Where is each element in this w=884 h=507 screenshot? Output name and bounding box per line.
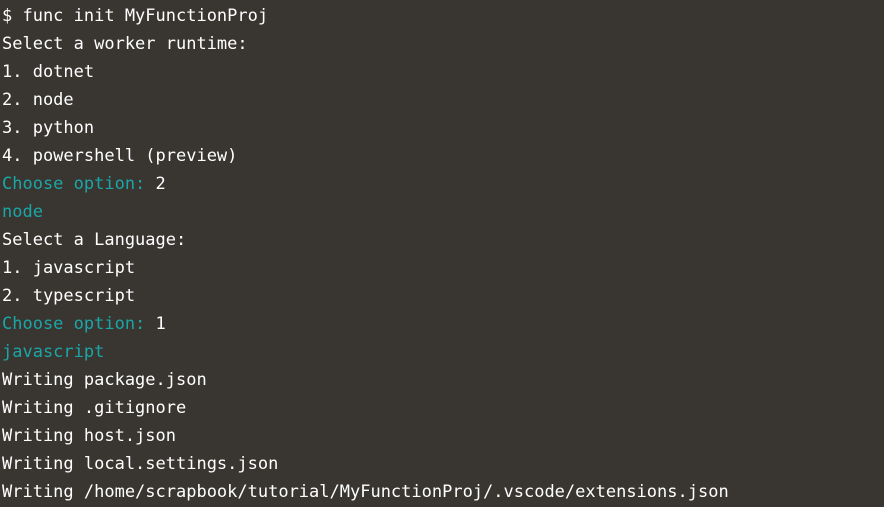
language-option-javascript: 1. javascript — [2, 258, 136, 278]
runtime-option-python: 3. python — [2, 118, 95, 138]
command-line: $ func init MyFunctionProj — [2, 6, 269, 26]
runtime-prompt: Select a worker runtime: — [2, 34, 248, 54]
runtime-echo: node — [2, 202, 43, 222]
writing-line: Writing local.settings.json — [2, 454, 279, 474]
terminal-output[interactable]: $ func init MyFunctionProj Select a work… — [0, 0, 884, 507]
choose-option-answer: 1 — [155, 314, 166, 334]
runtime-option-dotnet: 1. dotnet — [2, 62, 95, 82]
runtime-choice-line: Choose option: 2 — [2, 170, 884, 198]
writing-line: Writing package.json — [2, 370, 207, 390]
choose-option-label: Choose option: — [2, 174, 156, 194]
choose-option-label: Choose option: — [2, 314, 156, 334]
runtime-option-powershell: 4. powershell (preview) — [2, 146, 238, 166]
runtime-option-node: 2. node — [2, 90, 74, 110]
language-option-typescript: 2. typescript — [2, 286, 136, 306]
writing-line: Writing .gitignore — [2, 398, 187, 418]
writing-line: Writing /home/scrapbook/tutorial/MyFunct… — [2, 482, 729, 502]
choose-option-answer: 2 — [155, 174, 166, 194]
language-choice-line: Choose option: 1 — [2, 310, 884, 338]
writing-line: Writing host.json — [2, 426, 176, 446]
language-prompt: Select a Language: — [2, 230, 187, 250]
language-echo: javascript — [2, 342, 105, 362]
